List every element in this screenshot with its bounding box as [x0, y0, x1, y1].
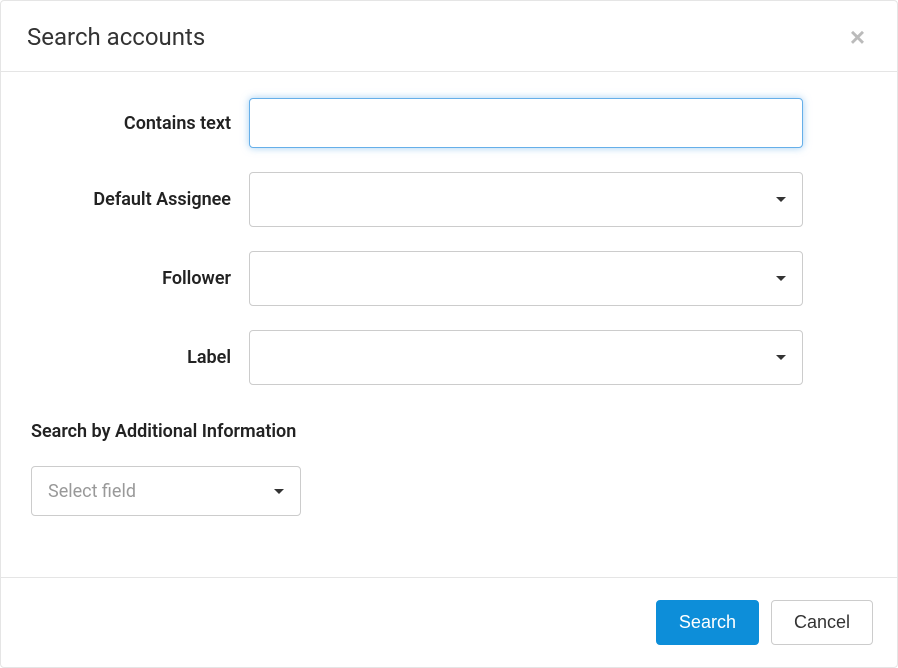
close-icon: × — [850, 22, 865, 52]
additional-field-placeholder: Select field — [48, 481, 136, 502]
follower-label: Follower — [31, 268, 249, 289]
modal-footer: Search Cancel — [1, 577, 897, 667]
follower-select[interactable] — [249, 251, 803, 306]
follower-row: Follower — [31, 251, 867, 306]
contains-text-label: Contains text — [31, 113, 249, 134]
cancel-button[interactable]: Cancel — [771, 600, 873, 645]
contains-text-row: Contains text — [31, 98, 867, 148]
caret-down-icon — [776, 276, 786, 281]
caret-down-icon — [274, 489, 284, 494]
label-row: Label — [31, 330, 867, 385]
additional-field-select[interactable]: Select field — [31, 466, 301, 516]
search-button[interactable]: Search — [656, 600, 759, 645]
label-select[interactable] — [249, 330, 803, 385]
modal-header: Search accounts × — [1, 1, 897, 72]
default-assignee-select[interactable] — [249, 172, 803, 227]
search-accounts-modal: Search accounts × Contains text Default … — [0, 0, 898, 668]
label-field-label: Label — [31, 347, 249, 368]
label-wrap — [249, 330, 803, 385]
modal-body: Contains text Default Assignee Follower — [1, 72, 897, 577]
modal-title: Search accounts — [27, 23, 205, 51]
contains-text-input[interactable] — [249, 98, 803, 148]
additional-info-heading: Search by Additional Information — [31, 421, 867, 442]
caret-down-icon — [776, 197, 786, 202]
default-assignee-label: Default Assignee — [31, 189, 249, 210]
follower-wrap — [249, 251, 803, 306]
caret-down-icon — [776, 355, 786, 360]
default-assignee-wrap — [249, 172, 803, 227]
close-button[interactable]: × — [844, 24, 871, 50]
contains-text-wrap — [249, 98, 803, 148]
default-assignee-row: Default Assignee — [31, 172, 867, 227]
